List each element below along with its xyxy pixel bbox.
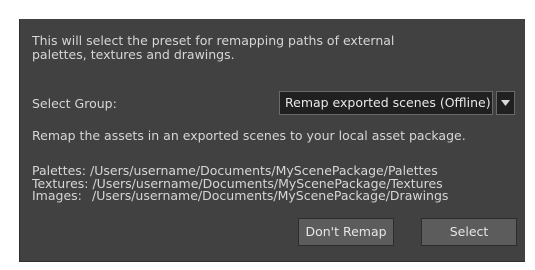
images-path: /Users/username/Documents/MyScenePackage… (92, 188, 449, 203)
select-group-label: Select Group: (32, 96, 117, 111)
intro-text: This will select the preset for remappin… (32, 34, 394, 62)
remap-dialog: This will select the preset for remappin… (19, 19, 525, 262)
group-description: Remap the assets in an exported scenes t… (32, 128, 466, 143)
intro-line-2: palettes, textures and drawings. (32, 47, 235, 62)
intro-line-1: This will select the preset for remappin… (32, 33, 395, 48)
images-path-row: Images: /Users/username/Documents/MyScene… (32, 188, 449, 203)
combobox-dropdown-button[interactable] (496, 91, 515, 115)
paths-list: Palettes: /Users/username/Documents/MySc… (32, 164, 449, 203)
images-label: Images: (32, 188, 82, 203)
screenshot-frame: This will select the preset for remappin… (0, 0, 535, 270)
select-button[interactable]: Select (421, 218, 517, 246)
select-group-combobox[interactable]: Remap exported scenes (Offline) (279, 91, 517, 115)
dont-remap-button[interactable]: Don't Remap (298, 218, 394, 246)
select-group-value[interactable]: Remap exported scenes (Offline) (279, 91, 493, 115)
triangle-down-icon (501, 100, 510, 106)
